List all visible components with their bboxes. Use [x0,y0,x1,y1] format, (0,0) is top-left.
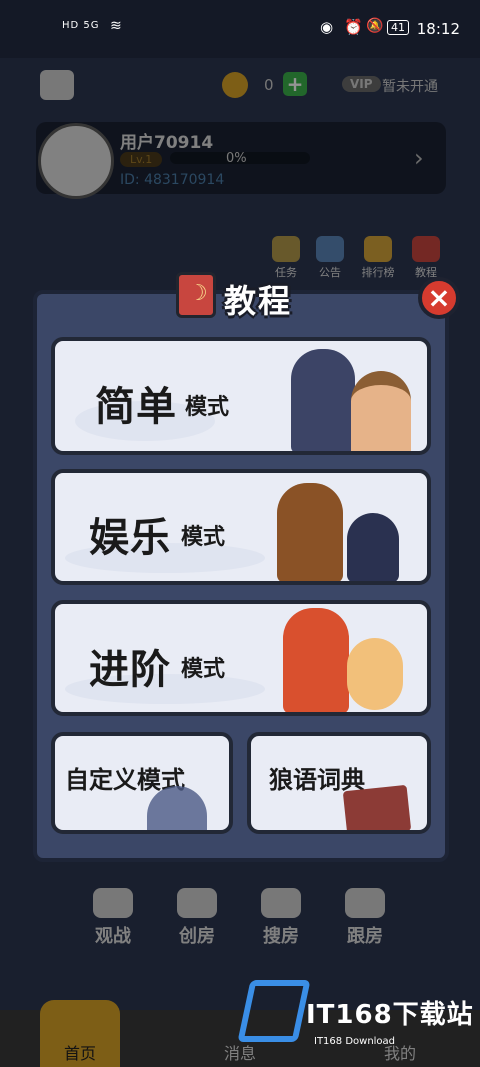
watermark-logo-icon [237,980,311,1042]
eye-icon: ◉ [320,18,334,36]
entertainment-mode-card[interactable]: 娱乐 模式 [51,469,431,585]
status-bar: HD 5G ≋ ◉ ⏰ 🔕 41 18:12 [0,0,480,58]
network-indicator: HD 5G [62,20,100,31]
bear-illustration [277,483,343,581]
clock: 18:12 [416,20,460,38]
battery-icon: 41 [387,20,409,35]
book-moon-icon [176,272,216,318]
werewolf-dictionary-card[interactable]: 狼语词典 [247,732,431,834]
watermark-subtext: IT168 Download [314,1036,396,1047]
mode-suffix: 模式 [181,657,226,682]
penguin-wizard-illustration [347,513,399,581]
easy-mode-card[interactable]: 简单 模式 [51,337,431,455]
villager-illustration [351,371,411,451]
cupid-illustration [347,638,403,710]
modal-title-text: 教程 [224,282,293,320]
advanced-mode-card[interactable]: 进阶 模式 [51,600,431,716]
watermark: IT168下载站 IT168 Download [237,980,480,1060]
mute-icon: 🔕 [366,18,384,34]
close-button[interactable]: × [418,277,460,319]
mode-suffix: 模式 [181,525,226,550]
dictionary-book-icon [342,784,412,830]
mode-suffix: 模式 [185,395,230,420]
alarm-icon: ⏰ [344,18,363,36]
mode-title: 娱乐 [89,515,171,561]
werewolf-illustration [291,349,355,451]
mode-title: 进阶 [89,647,171,693]
custom-mode-card[interactable]: 自定义模式 [51,732,233,834]
knight-illustration [283,608,349,712]
mode-title: 简单 [95,384,177,430]
hooded-figure-illustration [147,786,207,830]
watermark-text: IT168下载站 [306,1000,474,1030]
wifi-icon: ≋ [110,18,122,34]
